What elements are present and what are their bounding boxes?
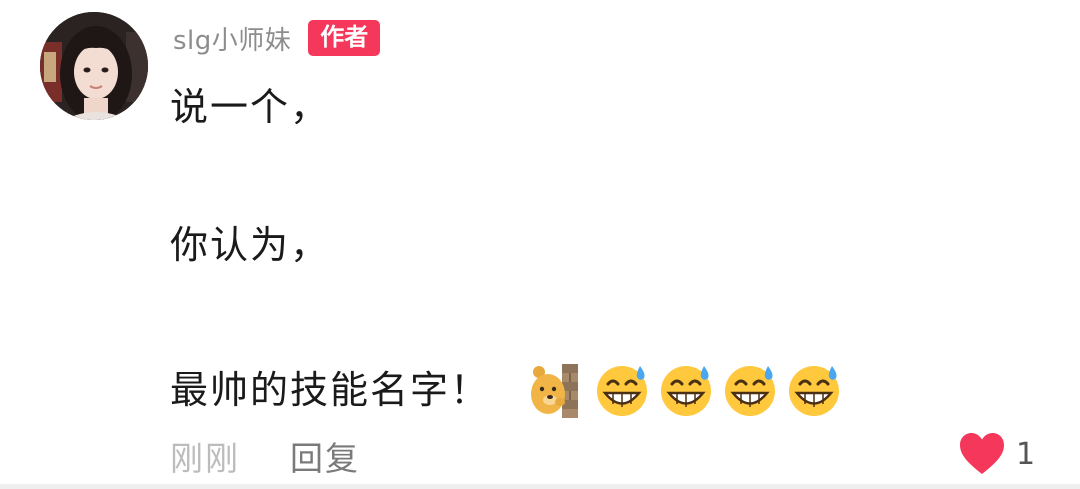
heart-icon[interactable] xyxy=(958,432,1006,476)
comment-timestamp: 刚刚 xyxy=(170,439,240,478)
emoji-row xyxy=(530,362,842,418)
comment-footer: 刚刚 回复 xyxy=(170,432,360,480)
comment-item: slg小师妹 作者 说一个， 你认为， 最帅的技能名字！ 刚刚 回复 1 xyxy=(0,0,1080,489)
author-badge: 作者 xyxy=(308,20,381,56)
comment-header: slg小师妹 作者 xyxy=(173,18,381,58)
sweat-grin-emoji-icon xyxy=(661,366,712,416)
avatar[interactable] xyxy=(40,12,148,120)
comment-line-2: 你认为， xyxy=(170,223,331,267)
avatar-portrait-image xyxy=(40,12,148,120)
comment-line-3: 最帅的技能名字！ xyxy=(170,362,842,418)
username[interactable]: slg小师妹 xyxy=(173,20,291,57)
sweat-grin-emoji-icon xyxy=(725,366,776,416)
bear-peeking-wall-icon xyxy=(531,364,579,418)
like-button[interactable]: 1 xyxy=(958,432,1035,476)
comment-line-1: 说一个， xyxy=(170,85,331,129)
like-count: 1 xyxy=(1016,436,1036,472)
reply-button[interactable]: 回复 xyxy=(290,432,360,480)
comment-line-3-text: 最帅的技能名字！ xyxy=(170,368,491,412)
sweat-grin-emoji-icon xyxy=(597,366,648,416)
sweat-grin-emoji-icon xyxy=(789,366,840,416)
divider xyxy=(0,484,1080,489)
